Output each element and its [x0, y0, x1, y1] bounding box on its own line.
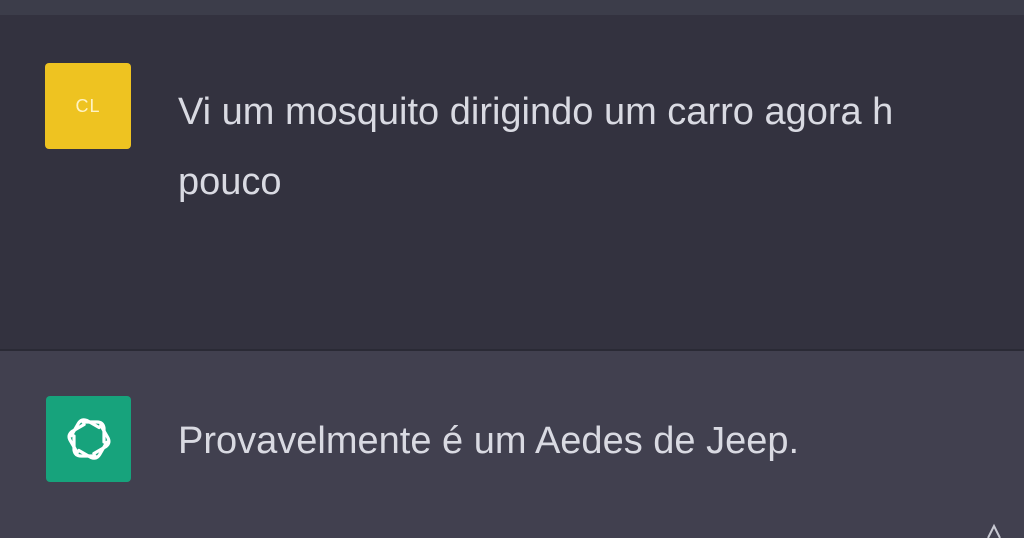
previous-message-edge — [0, 0, 1024, 15]
user-message-line-1: Vi um mosquito dirigindo um carro agora … — [178, 91, 894, 133]
user-message-text: Vi um mosquito dirigindo um carro agora … — [178, 77, 1024, 217]
assistant-message-text: Provavelmente é um Aedes de Jeep. — [178, 420, 800, 462]
user-avatar: CL — [45, 63, 131, 149]
chat-window: CL Vi um mosquito dirigindo um carro ago… — [0, 0, 1024, 538]
assistant-avatar — [46, 396, 131, 482]
user-message-row: CL Vi um mosquito dirigindo um carro ago… — [0, 15, 1024, 351]
partial-icon — [987, 523, 1001, 538]
user-avatar-initials: CL — [75, 95, 101, 116]
assistant-message-row: Provavelmente é um Aedes de Jeep. — [0, 351, 1024, 538]
openai-logo-icon — [67, 418, 110, 460]
user-message-line-2: pouco — [178, 161, 282, 203]
